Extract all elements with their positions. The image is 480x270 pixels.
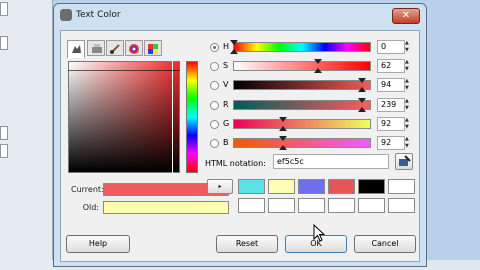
palette-icon bbox=[148, 44, 158, 54]
slider-thumb[interactable] bbox=[314, 59, 323, 64]
slider-thumb[interactable] bbox=[357, 107, 366, 112]
color-picker-button[interactable] bbox=[395, 153, 413, 170]
background-control bbox=[0, 144, 8, 158]
printer-icon bbox=[92, 44, 102, 53]
tab-watercolor[interactable] bbox=[106, 40, 124, 56]
add-to-history-button[interactable]: ▸ bbox=[207, 179, 233, 194]
background-control bbox=[0, 36, 8, 50]
history-swatch[interactable] bbox=[298, 198, 325, 213]
reset-button[interactable]: Reset bbox=[216, 235, 278, 253]
radio-v[interactable] bbox=[210, 81, 219, 90]
title-bar[interactable]: Text Color ✕ bbox=[54, 4, 426, 28]
spin-buttons-r[interactable]: ▲ ▼ bbox=[405, 98, 411, 112]
value-field-r[interactable]: 239 bbox=[377, 98, 405, 112]
radio-s[interactable] bbox=[210, 62, 219, 71]
slider-h[interactable] bbox=[233, 42, 371, 52]
tab-cmyk[interactable] bbox=[87, 40, 105, 56]
value-field-b[interactable]: 92 bbox=[377, 136, 405, 150]
slider-thumb[interactable] bbox=[278, 126, 287, 131]
mouse-cursor-icon bbox=[313, 224, 326, 242]
picker-crosshair-vertical bbox=[172, 61, 173, 173]
tab-gimp-selector[interactable] bbox=[67, 40, 85, 58]
spin-buttons-s[interactable]: ▲ ▼ bbox=[405, 59, 411, 73]
slider-thumb[interactable] bbox=[278, 145, 287, 150]
channel-label-s: S bbox=[223, 61, 229, 70]
slider-thumb[interactable] bbox=[314, 68, 323, 73]
history-swatch[interactable] bbox=[328, 179, 355, 194]
value-field-s[interactable]: 62 bbox=[377, 59, 405, 73]
hue-strip[interactable] bbox=[186, 61, 198, 173]
history-swatch[interactable] bbox=[358, 198, 385, 213]
wilber-icon bbox=[72, 45, 81, 53]
channel-label-g: G bbox=[223, 119, 230, 128]
window-title: Text Color bbox=[76, 10, 121, 20]
history-swatch[interactable] bbox=[268, 179, 295, 194]
channel-label-b: B bbox=[223, 138, 229, 147]
value-field-g[interactable]: 92 bbox=[377, 117, 405, 131]
radio-r[interactable] bbox=[210, 101, 219, 110]
color-wheel-icon bbox=[129, 44, 139, 54]
slider-s[interactable] bbox=[233, 61, 371, 71]
saturation-value-picker[interactable] bbox=[68, 61, 180, 173]
slider-b[interactable] bbox=[233, 138, 371, 148]
value-field-v[interactable]: 94 bbox=[377, 78, 405, 92]
eyedropper-icon bbox=[399, 155, 411, 166]
cancel-button[interactable]: Cancel bbox=[354, 235, 416, 253]
spin-buttons-h[interactable]: ▲ ▼ bbox=[405, 40, 411, 54]
tab-wheel[interactable] bbox=[125, 40, 143, 56]
close-button[interactable]: ✕ bbox=[392, 8, 420, 24]
background-window bbox=[0, 0, 53, 270]
slider-thumb[interactable] bbox=[230, 49, 238, 54]
spin-buttons-g[interactable]: ▲ ▼ bbox=[405, 117, 411, 131]
channel-label-v: V bbox=[223, 80, 229, 89]
brush-icon bbox=[110, 44, 120, 54]
history-swatch[interactable] bbox=[388, 179, 415, 194]
tab-scales[interactable] bbox=[144, 40, 162, 56]
radio-b[interactable] bbox=[210, 139, 219, 148]
picker-crosshair-horizontal bbox=[68, 70, 180, 71]
history-swatch[interactable] bbox=[358, 179, 385, 194]
history-swatch[interactable] bbox=[298, 179, 325, 194]
history-swatch[interactable] bbox=[328, 198, 355, 213]
html-notation-label: HTML notation: bbox=[205, 159, 266, 168]
old-label: Old: bbox=[82, 203, 99, 212]
value-field-h[interactable]: 0 bbox=[377, 40, 405, 54]
help-button[interactable]: Help bbox=[66, 235, 130, 253]
slider-thumb[interactable] bbox=[357, 87, 366, 92]
slider-thumb[interactable] bbox=[357, 98, 366, 103]
slider-thumb[interactable] bbox=[357, 78, 366, 83]
channel-label-h: H bbox=[223, 42, 230, 51]
background-control bbox=[0, 126, 8, 140]
dialog-body: Current: Old: H 0 ▲ ▼ S 62 ▲ ▼ V 94 ▲ ▼ R 2… bbox=[60, 30, 420, 262]
spin-buttons-b[interactable]: ▲ ▼ bbox=[405, 136, 411, 150]
channel-label-r: R bbox=[223, 100, 229, 109]
slider-thumb[interactable] bbox=[278, 117, 287, 122]
history-swatch[interactable] bbox=[388, 198, 415, 213]
slider-g[interactable] bbox=[233, 119, 371, 129]
slider-v[interactable] bbox=[233, 80, 371, 90]
old-color-swatch[interactable] bbox=[103, 201, 229, 214]
history-swatch[interactable] bbox=[238, 179, 265, 194]
slider-thumb[interactable] bbox=[278, 136, 287, 141]
radio-h[interactable] bbox=[210, 43, 219, 52]
gimp-app-icon bbox=[60, 9, 72, 21]
close-icon: ✕ bbox=[401, 10, 411, 21]
radio-g[interactable] bbox=[210, 120, 219, 129]
background-control bbox=[0, 2, 8, 16]
text-color-dialog: Text Color ✕ Current: Old: H 0 ▲ ▼ S 62 … bbox=[53, 3, 427, 267]
current-label: Current: bbox=[71, 185, 104, 194]
triangle-right-icon: ▸ bbox=[218, 183, 222, 190]
html-notation-input[interactable]: ef5c5c bbox=[273, 154, 389, 169]
slider-r[interactable] bbox=[233, 100, 371, 110]
spin-buttons-v[interactable]: ▲ ▼ bbox=[405, 78, 411, 92]
history-swatch[interactable] bbox=[238, 198, 265, 213]
slider-thumb[interactable] bbox=[230, 40, 238, 45]
history-swatch[interactable] bbox=[268, 198, 295, 213]
